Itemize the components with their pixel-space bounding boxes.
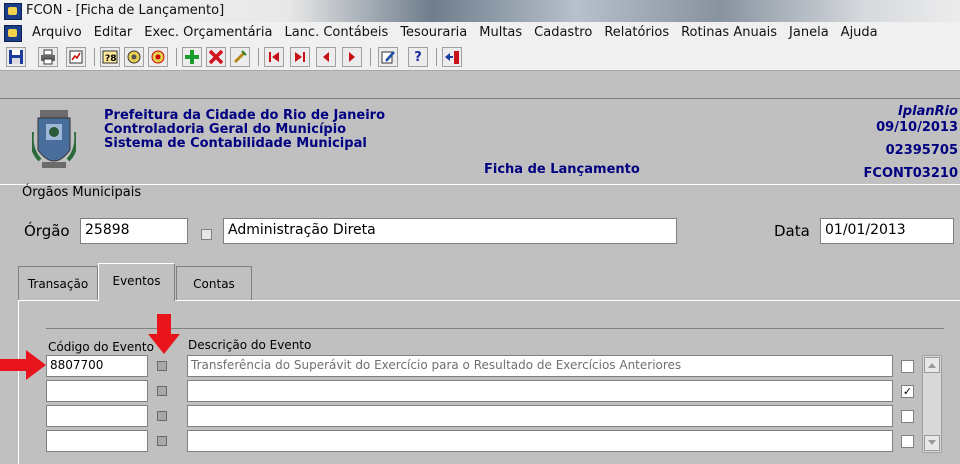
grid-divider (46, 328, 944, 329)
next-record-icon[interactable] (342, 47, 362, 67)
red-arrow-down-icon (148, 314, 180, 354)
toolbar-separator (258, 48, 259, 66)
menu-bar: Arquivo Editar Exec. Orçamentária Lanc. … (0, 22, 960, 45)
menu-rotinas-anuais[interactable]: Rotinas Anuais (675, 25, 783, 40)
tab-transacao[interactable]: Transação (18, 266, 98, 300)
menu-janela[interactable]: Janela (783, 25, 835, 40)
scroll-down-icon[interactable] (924, 435, 940, 451)
record-indicator[interactable] (157, 361, 167, 371)
query-icon[interactable]: ?8 (100, 47, 120, 67)
descricao-evento-cell[interactable]: Transferência do Superávit do Exercício … (187, 355, 893, 377)
menu-ajuda[interactable]: Ajuda (835, 25, 884, 40)
svg-text:?8: ?8 (105, 54, 116, 64)
exit-icon[interactable] (442, 47, 462, 67)
form-title: Ficha de Lançamento (484, 162, 640, 177)
last-record-icon[interactable] (290, 47, 310, 67)
column-header-codigo: Código do Evento (48, 340, 154, 354)
descricao-evento-cell[interactable] (187, 380, 893, 402)
record-indicator[interactable] (157, 411, 167, 421)
previous-record-icon[interactable] (316, 47, 336, 67)
orgao-description-field[interactable]: Administração Direta (223, 218, 677, 244)
codigo-evento-cell[interactable] (46, 380, 148, 402)
first-record-icon[interactable] (264, 47, 284, 67)
help-icon[interactable]: ? (408, 47, 428, 67)
header-line-prefeitura: Prefeitura da Cidade do Rio de Janeiro (104, 108, 386, 123)
toolbar-separator (94, 48, 95, 66)
window-title: FCON - [Ficha de Lançamento] (26, 3, 225, 18)
enter-query-icon[interactable] (124, 47, 144, 67)
document-icon[interactable] (4, 25, 22, 42)
orgao-code-field[interactable]: 25898 (80, 218, 188, 244)
orgao-lov-indicator[interactable] (201, 229, 212, 240)
header-line-sistema: Sistema de Contabilidade Municipal (104, 136, 367, 151)
menu-tesouraria[interactable]: Tesouraria (394, 25, 473, 40)
form-code: FCONT03210 (863, 166, 958, 181)
menu-exec-orcamentaria[interactable]: Exec. Orçamentária (138, 25, 278, 40)
save-icon[interactable] (6, 47, 26, 67)
tab-contas[interactable]: Contas (176, 266, 252, 300)
menu-lanc-contabeis[interactable]: Lanc. Contábeis (278, 25, 394, 40)
row-checkbox[interactable] (901, 410, 914, 423)
row-checkbox[interactable] (901, 360, 914, 373)
toolbar-separator (436, 48, 437, 66)
toolbar-separator (176, 48, 177, 66)
scroll-up-icon[interactable] (924, 357, 940, 373)
toolbar: ?8 ? (0, 44, 960, 71)
header-user: 02395705 (885, 143, 958, 158)
section-divider (0, 184, 960, 185)
header-date: 09/10/2013 (876, 120, 958, 135)
section-label-orgaos: Órgãos Municipais (22, 185, 142, 200)
execute-query-icon[interactable] (148, 47, 168, 67)
brand-label: IplanRio (897, 104, 958, 119)
column-header-descricao: Descrição do Evento (188, 338, 312, 352)
row-checkbox[interactable] (901, 435, 914, 448)
menu-arquivo[interactable]: Arquivo (26, 25, 88, 40)
clear-icon[interactable] (230, 47, 250, 67)
codigo-evento-cell[interactable]: 8807700 (46, 355, 148, 377)
menu-editar[interactable]: Editar (88, 25, 139, 40)
edit-icon[interactable] (378, 47, 398, 67)
descricao-evento-cell[interactable] (187, 405, 893, 427)
codigo-evento-cell[interactable] (46, 430, 148, 452)
toolbar-separator (370, 48, 371, 66)
print-icon[interactable] (38, 47, 58, 67)
data-label: Data (774, 222, 810, 240)
menu-relatorios[interactable]: Relatórios (598, 25, 675, 40)
codigo-evento-cell[interactable] (46, 405, 148, 427)
delete-record-icon[interactable] (206, 47, 226, 67)
title-bar: FCON - [Ficha de Lançamento] (0, 0, 960, 23)
header-right-info: IplanRio 09/10/2013 02395705 FCONT03210 (864, 104, 958, 182)
insert-record-icon[interactable] (182, 47, 202, 67)
app-icon[interactable] (4, 3, 22, 20)
record-indicator[interactable] (157, 386, 167, 396)
red-arrow-right-icon (0, 350, 46, 380)
descricao-evento-cell[interactable] (187, 430, 893, 452)
header-line-controladoria: Controladoria Geral do Município (104, 122, 347, 137)
tab-eventos[interactable]: Eventos (98, 263, 175, 301)
menu-cadastro[interactable]: Cadastro (528, 25, 598, 40)
record-indicator[interactable] (157, 436, 167, 446)
row-checkbox[interactable]: ✓ (901, 385, 914, 398)
report-icon[interactable] (66, 47, 86, 67)
menu-multas[interactable]: Multas (473, 25, 528, 40)
menu-items: Arquivo Editar Exec. Orçamentária Lanc. … (26, 25, 884, 40)
city-crest-icon (32, 110, 76, 168)
data-field[interactable]: 01/01/2013 (820, 218, 954, 244)
orgao-label: Órgão (24, 222, 70, 240)
